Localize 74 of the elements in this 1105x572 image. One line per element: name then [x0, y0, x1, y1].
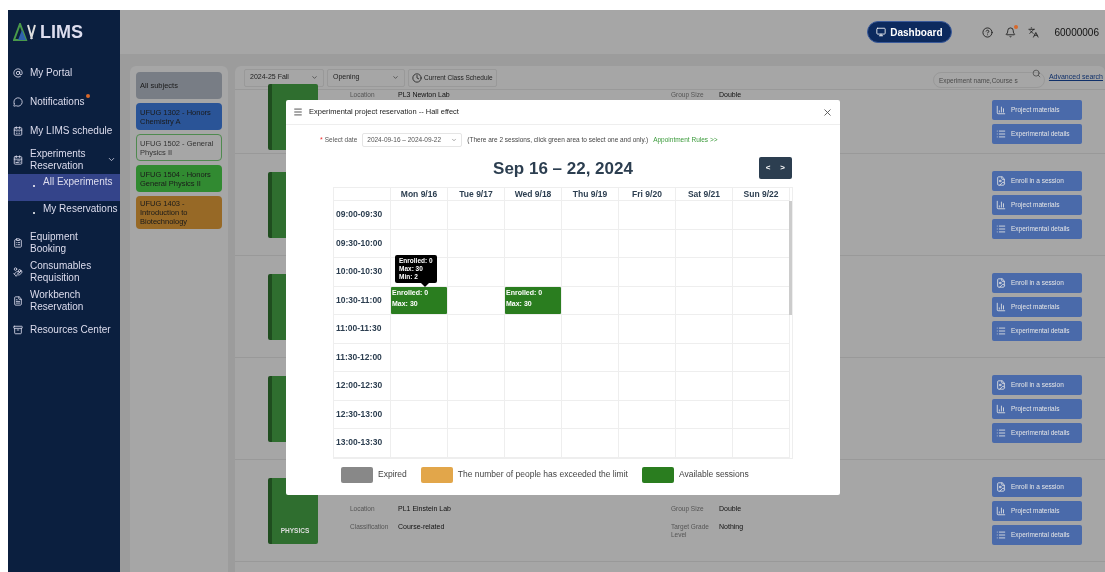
calendar-icon [13, 154, 23, 165]
bar-chart-icon [996, 403, 1006, 414]
hand-icon [13, 266, 23, 277]
calendar-icon [13, 125, 23, 136]
clock-icon [412, 72, 422, 83]
close-icon[interactable] [822, 106, 833, 118]
list-icon [996, 325, 1006, 336]
bar-chart-icon [996, 199, 1006, 210]
sidebar-item[interactable]: Workbench Reservation [8, 286, 120, 315]
sidebar-subitem[interactable]: All Experiments [8, 174, 120, 201]
week-heading: Sep 16 – 22, 2024 [493, 158, 633, 181]
caret-icon [311, 74, 318, 81]
sidebar-item[interactable]: Consumables Requisition [8, 257, 120, 286]
bar-chart-icon [996, 301, 1006, 312]
document-icon [996, 481, 1006, 492]
time-slot-label: 13:00-13:30 [334, 429, 391, 458]
time-slot-label: 10:00-10:30 [334, 258, 391, 287]
day-header: Wed 9/18 [505, 188, 562, 201]
clipboard-icon [13, 237, 23, 248]
list-icon [996, 128, 1006, 139]
legend-label: Available sessions [678, 468, 749, 481]
document-icon [13, 295, 23, 306]
time-slot-label: 11:30-12:00 [334, 343, 391, 372]
caret-icon [392, 74, 399, 81]
sidebar-item[interactable]: Experiments Reservation [8, 145, 120, 174]
help-icon[interactable] [981, 26, 993, 38]
calendar-cell [448, 315, 505, 344]
document-icon [996, 277, 1006, 288]
bar-chart-icon [996, 505, 1006, 516]
bar-chart-icon [996, 104, 1006, 115]
list-icon [996, 529, 1006, 540]
day-header: Sat 9/21 [676, 188, 733, 201]
sidebar-item[interactable]: Resources Center [8, 315, 120, 344]
day-header: Sun 9/22 [733, 188, 790, 201]
sidebar-item[interactable]: Equipment Booking [8, 228, 120, 257]
document-icon [996, 175, 1006, 186]
day-header: Tue 9/17 [448, 188, 505, 201]
time-slot-label: 09:00-09:30 [334, 201, 391, 230]
time-slot-label: 11:00-11:30 [334, 315, 391, 344]
chat-bubble-icon [13, 96, 23, 107]
search-icon[interactable] [1031, 69, 1041, 78]
list-icon [996, 223, 1006, 234]
dashboard-button[interactable]: Dashboard [867, 21, 952, 43]
logo-icon [13, 23, 37, 41]
day-header: Thu 9/19 [562, 188, 619, 201]
menu-icon [293, 107, 303, 117]
document-icon [996, 379, 1006, 390]
sidebar-item[interactable]: My Portal [8, 58, 120, 87]
notifications-button[interactable] [1004, 26, 1016, 38]
legend-label: Expired [378, 468, 407, 481]
sidebar-item[interactable]: My LIMS schedule [8, 116, 120, 145]
calendar-cell [448, 258, 505, 287]
day-header: Mon 9/16 [391, 188, 448, 201]
sidebar-subitem[interactable]: My Reservations [8, 201, 120, 228]
archive-icon [13, 324, 23, 335]
time-slot-label: 12:00-12:30 [334, 372, 391, 401]
time-slot-label: 12:30-13:00 [334, 400, 391, 429]
user-id[interactable]: 60000006 [1054, 24, 1099, 40]
caret-icon [451, 137, 458, 143]
legend-label: The number of people has exceeded the limit [457, 468, 628, 481]
calendar-cell [733, 315, 790, 344]
time-slot-label: 09:30-10:00 [334, 229, 391, 258]
calendar-cell [562, 258, 619, 287]
week-nav-button[interactable]: < [762, 162, 774, 174]
day-header: Fri 9/20 [619, 188, 676, 201]
monitor-icon [876, 27, 887, 37]
language-icon[interactable] [1027, 26, 1039, 38]
sidebar-item[interactable]: Notifications [8, 87, 120, 116]
at-sign-icon [13, 67, 23, 78]
chevron-icon[interactable] [107, 155, 116, 164]
week-nav-button[interactable]: > [777, 162, 788, 174]
list-icon [996, 427, 1006, 438]
logo-text: LIMS [40, 20, 83, 44]
calendar-cell [562, 315, 619, 344]
